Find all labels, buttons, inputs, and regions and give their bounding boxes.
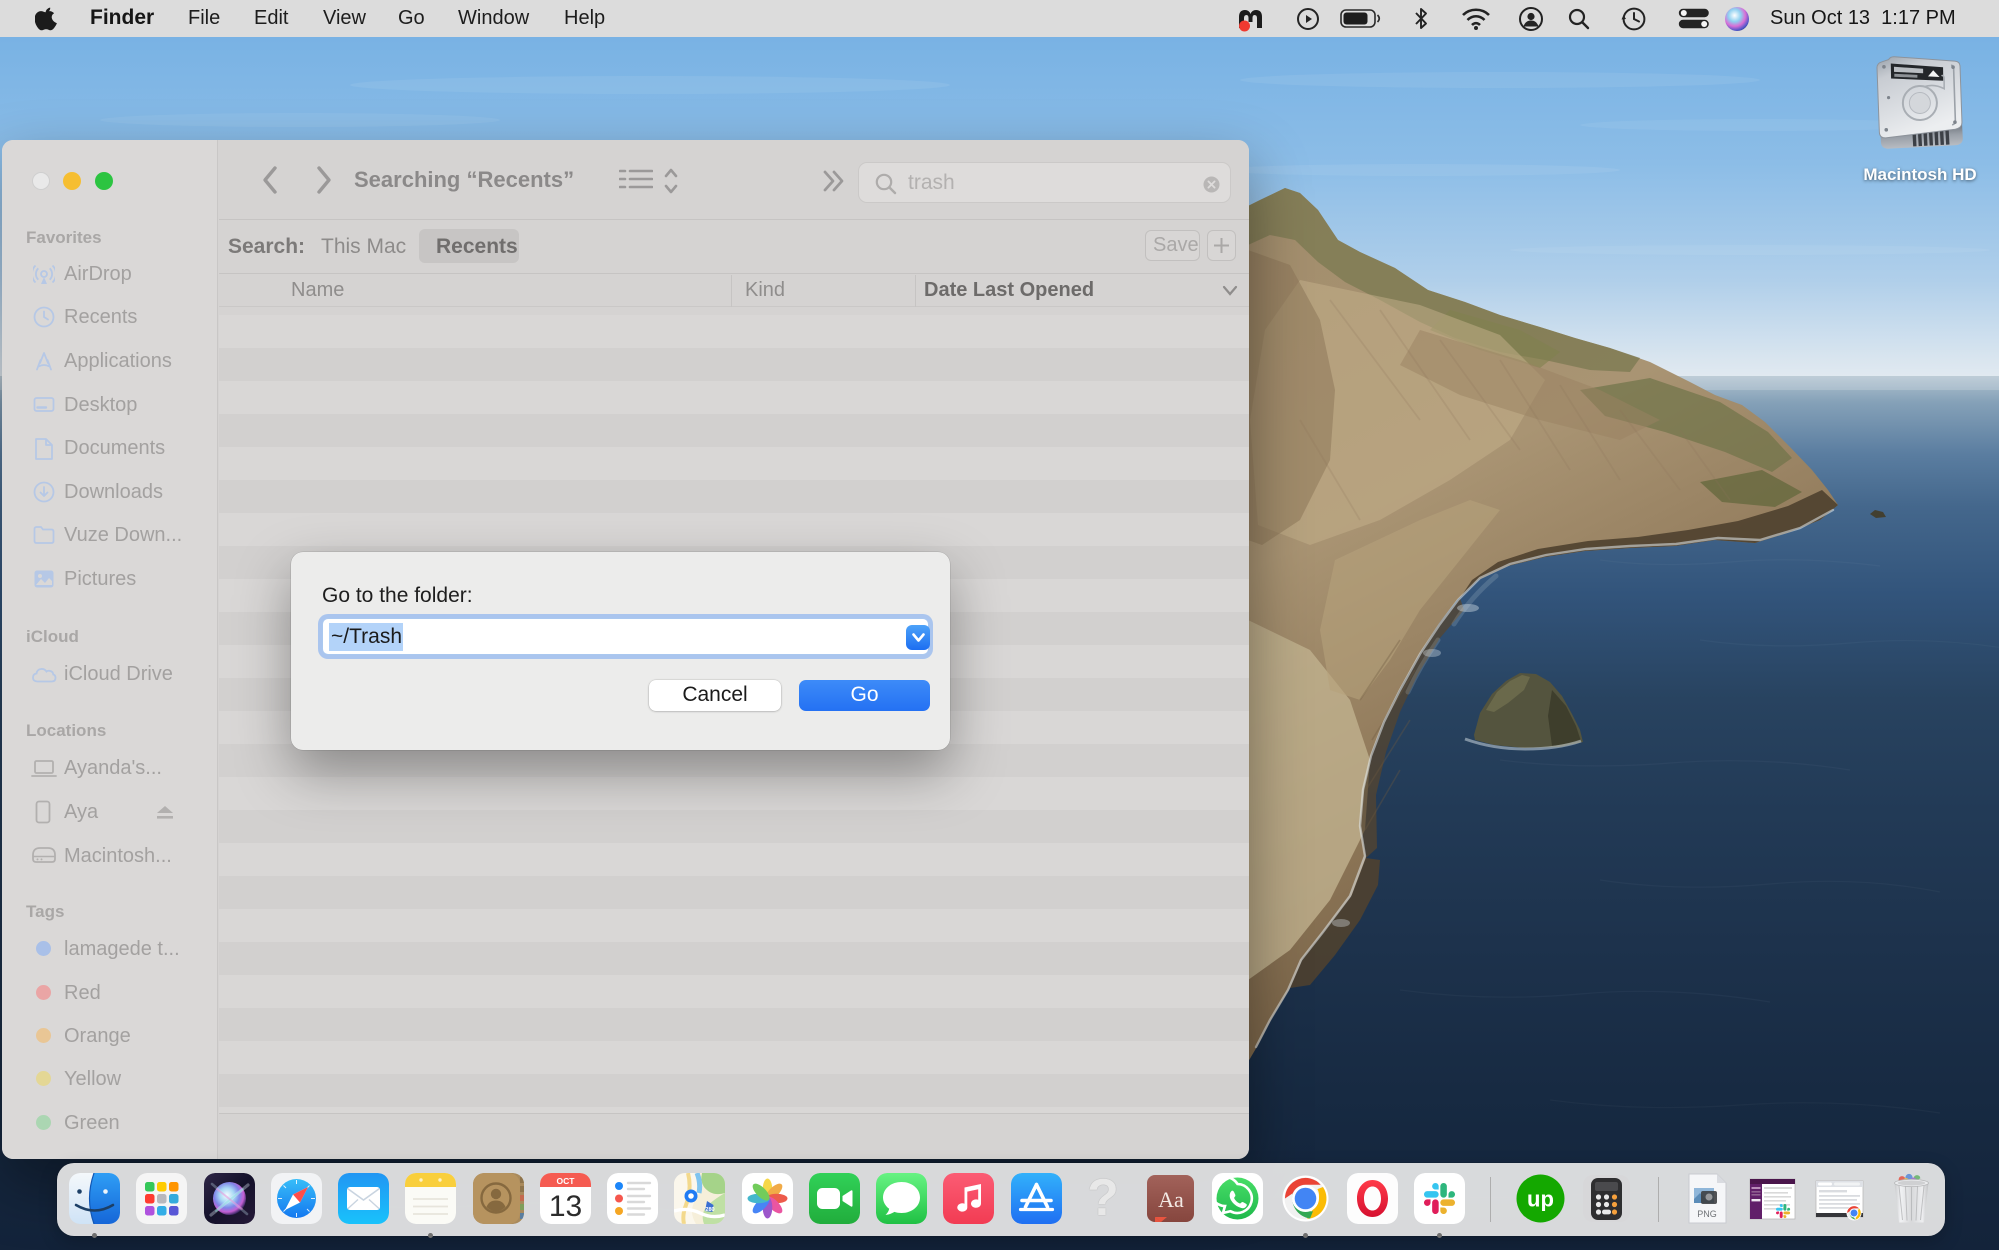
svg-text:up: up xyxy=(1527,1187,1554,1212)
svg-text:Aa: Aa xyxy=(1158,1187,1184,1212)
svg-text:280: 280 xyxy=(705,1207,714,1213)
svg-text:OCT: OCT xyxy=(556,1176,575,1186)
svg-text:PNG: PNG xyxy=(1697,1209,1717,1219)
svg-text:13: 13 xyxy=(548,1190,581,1223)
